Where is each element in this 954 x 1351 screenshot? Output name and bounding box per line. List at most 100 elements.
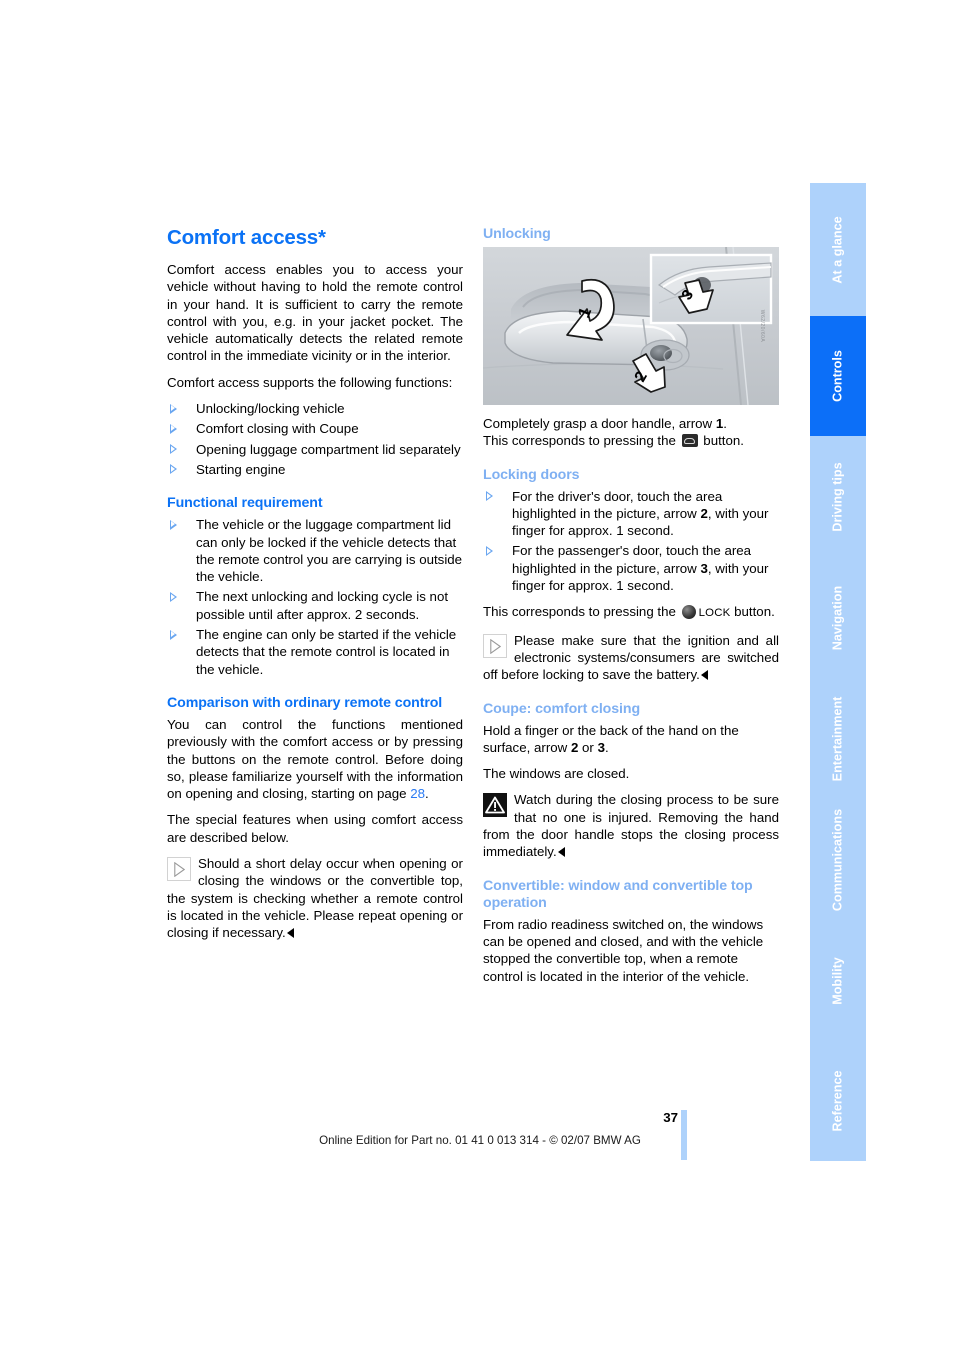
- sidebar-tab-at-a-glance[interactable]: At a glance: [810, 183, 866, 316]
- unlocking-caption-period: .: [723, 416, 727, 431]
- list-item-label: The vehicle or the luggage compartment l…: [196, 517, 463, 585]
- warning-icon: [483, 793, 507, 818]
- lock-button-paragraph: This corresponds to pressing the LOCK bu…: [483, 603, 779, 622]
- note-text: Should a short delay occur when opening …: [167, 856, 463, 941]
- supported-functions-list: Unlocking/locking vehicle Comfort closin…: [167, 400, 463, 478]
- coupe-text-before: Hold a finger or the back of the hand on…: [483, 722, 739, 755]
- special-features-paragraph: The special features when using comfort …: [167, 812, 463, 845]
- unlock-button-icon: [681, 434, 698, 448]
- note-end-marker-icon: [286, 928, 294, 939]
- tab-label: Mobility: [830, 956, 845, 1005]
- bullet-triangle-inner-icon: [171, 593, 176, 600]
- unlocking-button-text-after: button.: [699, 433, 744, 449]
- figure-watermark: W62/20/60A: [759, 309, 766, 343]
- note-block-ignition: Please make sure that the ignition and a…: [483, 632, 779, 684]
- coupe-bold-b: 3: [597, 739, 605, 755]
- heading-locking-doors: Locking doors: [483, 466, 580, 483]
- tab-label: Controls: [830, 350, 845, 402]
- bullet-triangle-inner-icon: [171, 631, 176, 638]
- warning-end-marker-icon: [557, 847, 565, 858]
- list-item-label: Opening luggage compartment lid separate…: [196, 441, 461, 457]
- list-item: The engine can only be started if the ve…: [167, 626, 463, 678]
- note-icon: [167, 857, 191, 882]
- coupe-paragraph: Hold a finger or the back of the hand on…: [483, 722, 779, 757]
- warning-block-closing: Watch during the closing process to be s…: [483, 791, 779, 860]
- tab-label: Entertainment: [830, 696, 845, 781]
- bullet-triangle-inner-icon: [171, 521, 176, 528]
- door-handle-figure-svg: 1 2 3: [483, 247, 779, 405]
- section-tab-rail: At a glance Controls Driving tips Naviga…: [810, 183, 866, 1161]
- page-cross-reference[interactable]: 28: [410, 786, 425, 801]
- lock-button-label: LOCK: [698, 607, 731, 620]
- heading-coupe-comfort-closing: Coupe: comfort closing: [483, 700, 641, 717]
- functional-requirement-list: The vehicle or the luggage compartment l…: [167, 516, 463, 678]
- unlocking-caption-text: Completely grasp a door handle, arrow: [483, 416, 716, 431]
- bullet-triangle-inner-icon: [171, 445, 176, 452]
- tab-label: Communications: [830, 808, 845, 911]
- bullet-triangle-inner-icon: [487, 492, 492, 499]
- sidebar-tab-mobility[interactable]: Mobility: [810, 920, 866, 1041]
- footer-edition-notice: Online Edition for Part no. 01 41 0 013 …: [319, 1134, 641, 1147]
- coupe-text-after: .: [604, 739, 609, 755]
- intro-paragraph: Comfort access enables you to access you…: [167, 262, 463, 364]
- lock-text-after: button.: [730, 604, 775, 620]
- warning-text: Watch during the closing process to be s…: [483, 792, 779, 860]
- manual-page: Comfort access* Comfort access enables y…: [0, 0, 954, 1351]
- list-item: Unlocking/locking vehicle: [167, 400, 463, 417]
- list-item-bold: 2: [700, 505, 708, 521]
- footer-accent-bar: [681, 1110, 687, 1160]
- list-item-label: The engine can only be started if the ve…: [196, 627, 457, 677]
- convertible-paragraph: From radio readiness switched on, the wi…: [483, 916, 764, 984]
- warning-triangle-icon: [485, 797, 505, 814]
- locking-doors-list: For the driver's door, touch the area hi…: [483, 488, 779, 595]
- tab-label: Driving tips: [830, 461, 845, 532]
- list-item: Opening luggage compartment lid separate…: [167, 441, 463, 458]
- unlocking-button-text-before: This corresponds to pressing the: [483, 433, 680, 449]
- list-item-label: Starting engine: [196, 461, 286, 477]
- list-item-text-before: For the driver's door, touch the area hi…: [512, 488, 723, 521]
- note-icon: [483, 633, 507, 658]
- coupe-text-mid: or: [578, 739, 598, 755]
- note-text: Please make sure that the ignition and a…: [483, 632, 779, 683]
- door-handle-illustration: 1 2 3 W62/20/60A: [483, 247, 779, 405]
- bullet-triangle-inner-icon: [487, 547, 492, 554]
- lock-text-before: This corresponds to pressing the: [483, 604, 680, 620]
- sidebar-tab-driving-tips[interactable]: Driving tips: [810, 436, 866, 557]
- sidebar-tab-controls[interactable]: Controls: [810, 316, 866, 436]
- bullet-triangle-inner-icon: [171, 466, 176, 473]
- list-item-bold: 3: [700, 560, 708, 576]
- sidebar-tab-navigation[interactable]: Navigation: [810, 557, 866, 678]
- list-item: Starting engine: [167, 461, 463, 478]
- tab-label: Reference: [830, 1070, 845, 1132]
- list-item: For the driver's door, touch the area hi…: [483, 488, 779, 540]
- left-column: Comfort access* Comfort access enables y…: [167, 226, 463, 951]
- heading-comparison: Comparison with ordinary remote control: [167, 694, 443, 711]
- comparison-paragraph: You can control the functions mentioned …: [167, 716, 463, 802]
- list-item: Comfort closing with Coupe: [167, 420, 463, 437]
- unlocking-caption: Completely grasp a door handle, arrow 1.…: [483, 415, 779, 450]
- list-item-label: Comfort closing with Coupe: [196, 421, 359, 437]
- lock-button-icon: [681, 605, 696, 620]
- note-triangle-icon: [490, 638, 501, 654]
- bullet-triangle-inner-icon: [171, 405, 176, 412]
- note-triangle-icon: [174, 862, 185, 878]
- note-end-marker-icon: [700, 670, 708, 681]
- tab-label: Navigation: [830, 585, 845, 650]
- coupe-windows-closed: The windows are closed.: [483, 766, 630, 782]
- list-item: The vehicle or the luggage compartment l…: [167, 516, 463, 585]
- list-item-label: The next unlocking and locking cycle is …: [196, 589, 449, 622]
- comparison-text-after-ref: .: [425, 786, 429, 802]
- right-column: Unlocking 1 2 3 W62/20/60A Completely gr…: [483, 226, 779, 994]
- sidebar-tab-entertainment[interactable]: Entertainment: [810, 678, 866, 799]
- list-item: For the passenger's door, touch the area…: [483, 542, 779, 594]
- tab-label: At a glance: [830, 215, 845, 284]
- page-number: 37: [663, 1110, 678, 1125]
- list-item: The next unlocking and locking cycle is …: [167, 588, 463, 623]
- page-title: Comfort access*: [167, 226, 326, 249]
- supports-lead: Comfort access supports the following fu…: [167, 374, 453, 390]
- list-item-label: Unlocking/locking vehicle: [196, 401, 345, 417]
- sidebar-tab-reference[interactable]: Reference: [810, 1041, 866, 1161]
- sidebar-tab-communications[interactable]: Communications: [810, 799, 866, 920]
- heading-unlocking: Unlocking: [483, 226, 551, 242]
- bullet-triangle-inner-icon: [171, 425, 176, 432]
